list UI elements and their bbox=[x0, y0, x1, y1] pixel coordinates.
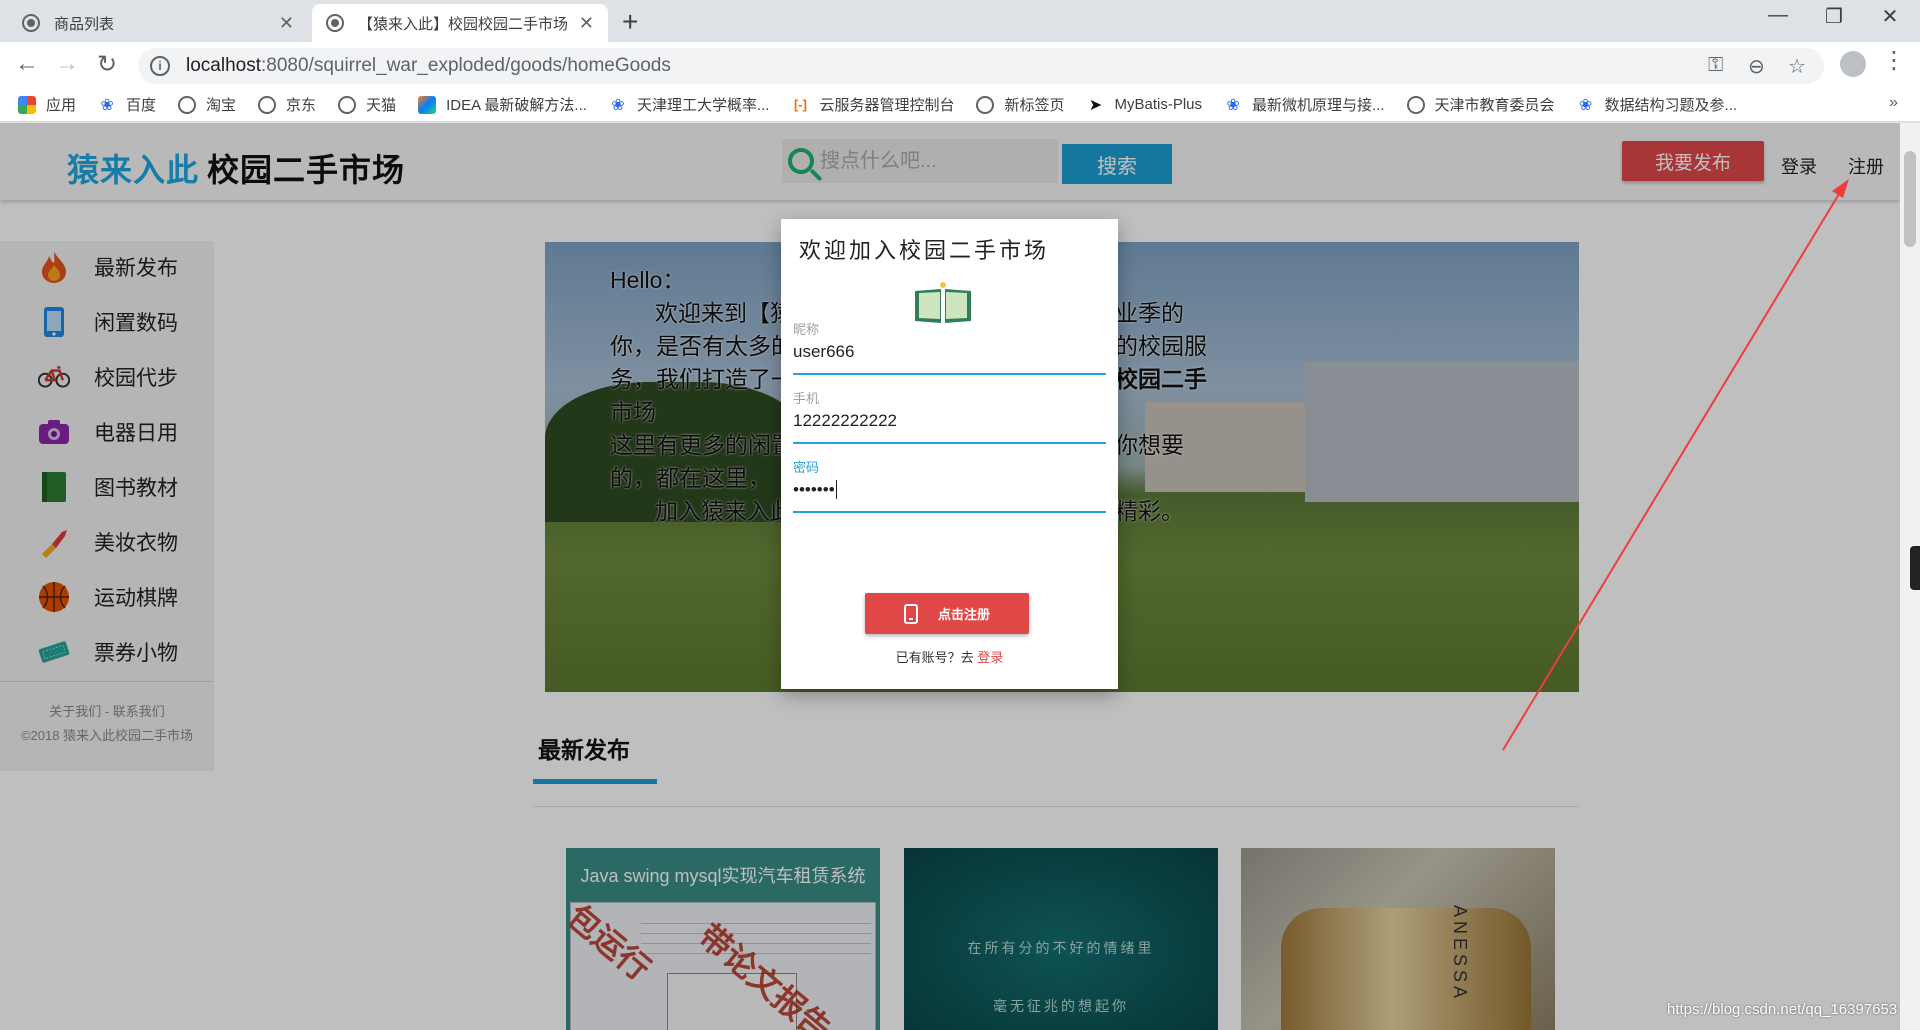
bookmark-cloud-console[interactable]: [-] 云服务器管理控制台 bbox=[791, 94, 955, 115]
bookmark-mybatis-plus[interactable]: ➤ MyBatis-Plus bbox=[1086, 96, 1202, 114]
bookmark-data-structures[interactable]: ❀ 数据结构习题及参... bbox=[1577, 94, 1737, 115]
paw-icon: ❀ bbox=[100, 96, 114, 114]
back-icon[interactable]: ← bbox=[12, 50, 42, 78]
address-bar[interactable]: i localhost :8080/squirrel_war_exploded/… bbox=[138, 48, 1824, 84]
bookmark-tmall[interactable]: 天猫 bbox=[338, 94, 396, 115]
page-viewport: 猿来入此校园二手市场 搜索 我要发布 登录 注册 最新发布 闲置数码 校园代步 … bbox=[0, 123, 1900, 1030]
apps-grid-icon bbox=[18, 95, 36, 114]
reload-icon[interactable]: ↻ bbox=[92, 50, 122, 79]
close-icon[interactable]: ✕ bbox=[579, 13, 594, 34]
globe-icon bbox=[326, 14, 344, 32]
profile-avatar[interactable] bbox=[1840, 51, 1866, 77]
bookmark-apps[interactable]: 应用 bbox=[18, 94, 76, 115]
bookmark-jd[interactable]: 京东 bbox=[258, 94, 316, 115]
restore-button[interactable]: ❐ bbox=[1814, 4, 1854, 29]
new-tab-button[interactable]: + bbox=[622, 6, 638, 38]
bookmark-microcomputer[interactable]: ❀ 最新微机原理与接... bbox=[1224, 94, 1384, 115]
cloud-icon: [-] bbox=[793, 97, 807, 112]
url-host: localhost bbox=[186, 55, 261, 76]
bookmarks-more-icon[interactable]: » bbox=[1889, 94, 1898, 112]
bird-icon: ➤ bbox=[1088, 96, 1103, 114]
globe-icon bbox=[1406, 95, 1425, 114]
tab-title: 【猿来入此】校园校园二手市场 bbox=[358, 15, 569, 33]
minimize-button[interactable]: — bbox=[1758, 4, 1798, 27]
bookmark-tj-education[interactable]: 天津市教育委员会 bbox=[1406, 94, 1555, 115]
browser-toolbar: ← → ↻ i localhost :8080/squirrel_war_exp… bbox=[0, 42, 1920, 88]
tab-title: 商品列表 bbox=[54, 15, 115, 33]
url-path: :8080/squirrel_war_exploded/goods/homeGo… bbox=[261, 55, 671, 76]
bookmark-new-tab[interactable]: 新标签页 bbox=[976, 94, 1064, 115]
globe-icon bbox=[178, 95, 197, 114]
key-icon[interactable]: ⚿ bbox=[1708, 54, 1723, 77]
watermark: https://blog.csdn.net/qq_16397653 bbox=[1667, 1001, 1898, 1018]
forward-icon[interactable]: → bbox=[52, 50, 82, 78]
close-icon[interactable]: ✕ bbox=[279, 13, 294, 34]
globe-icon bbox=[338, 95, 357, 114]
bookmark-idea[interactable]: IDEA 最新破解方法... bbox=[418, 94, 587, 115]
annotation-arrow bbox=[1502, 179, 1849, 751]
globe-icon bbox=[976, 95, 995, 114]
info-icon[interactable]: i bbox=[150, 56, 170, 76]
zoom-icon[interactable]: ⊖ bbox=[1748, 54, 1765, 79]
globe-icon bbox=[258, 95, 277, 114]
paw-icon: ❀ bbox=[611, 96, 625, 114]
globe-icon bbox=[22, 14, 40, 32]
tab-goods-list[interactable]: 商品列表 ✕ bbox=[8, 4, 308, 42]
star-icon[interactable]: ☆ bbox=[1788, 54, 1806, 79]
window-close-button[interactable]: ✕ bbox=[1870, 4, 1910, 29]
bookmark-taobao[interactable]: 淘宝 bbox=[178, 94, 236, 115]
bookmarks-bar: 应用 ❀ 百度 淘宝 京东 天猫 IDEA 最新破解方法... ❀ 天津理工大学概率… bbox=[0, 88, 1920, 122]
bookmark-baidu[interactable]: ❀ 百度 bbox=[98, 94, 156, 115]
side-handle[interactable] bbox=[1910, 546, 1920, 590]
tab-campus-market[interactable]: 【猿来入此】校园校园二手市场 ✕ bbox=[312, 4, 608, 42]
paw-icon: ❀ bbox=[1578, 96, 1593, 114]
tab-bar: 商品列表 ✕ 【猿来入此】校园校园二手市场 ✕ + — ❐ ✕ bbox=[0, 0, 1920, 42]
idea-icon bbox=[418, 95, 437, 114]
scrollbar-thumb[interactable] bbox=[1904, 151, 1916, 247]
paw-icon: ❀ bbox=[1226, 96, 1240, 114]
menu-icon[interactable]: ⋮ bbox=[1882, 46, 1906, 75]
bookmark-tjut[interactable]: ❀ 天津理工大学概率... bbox=[609, 94, 769, 115]
